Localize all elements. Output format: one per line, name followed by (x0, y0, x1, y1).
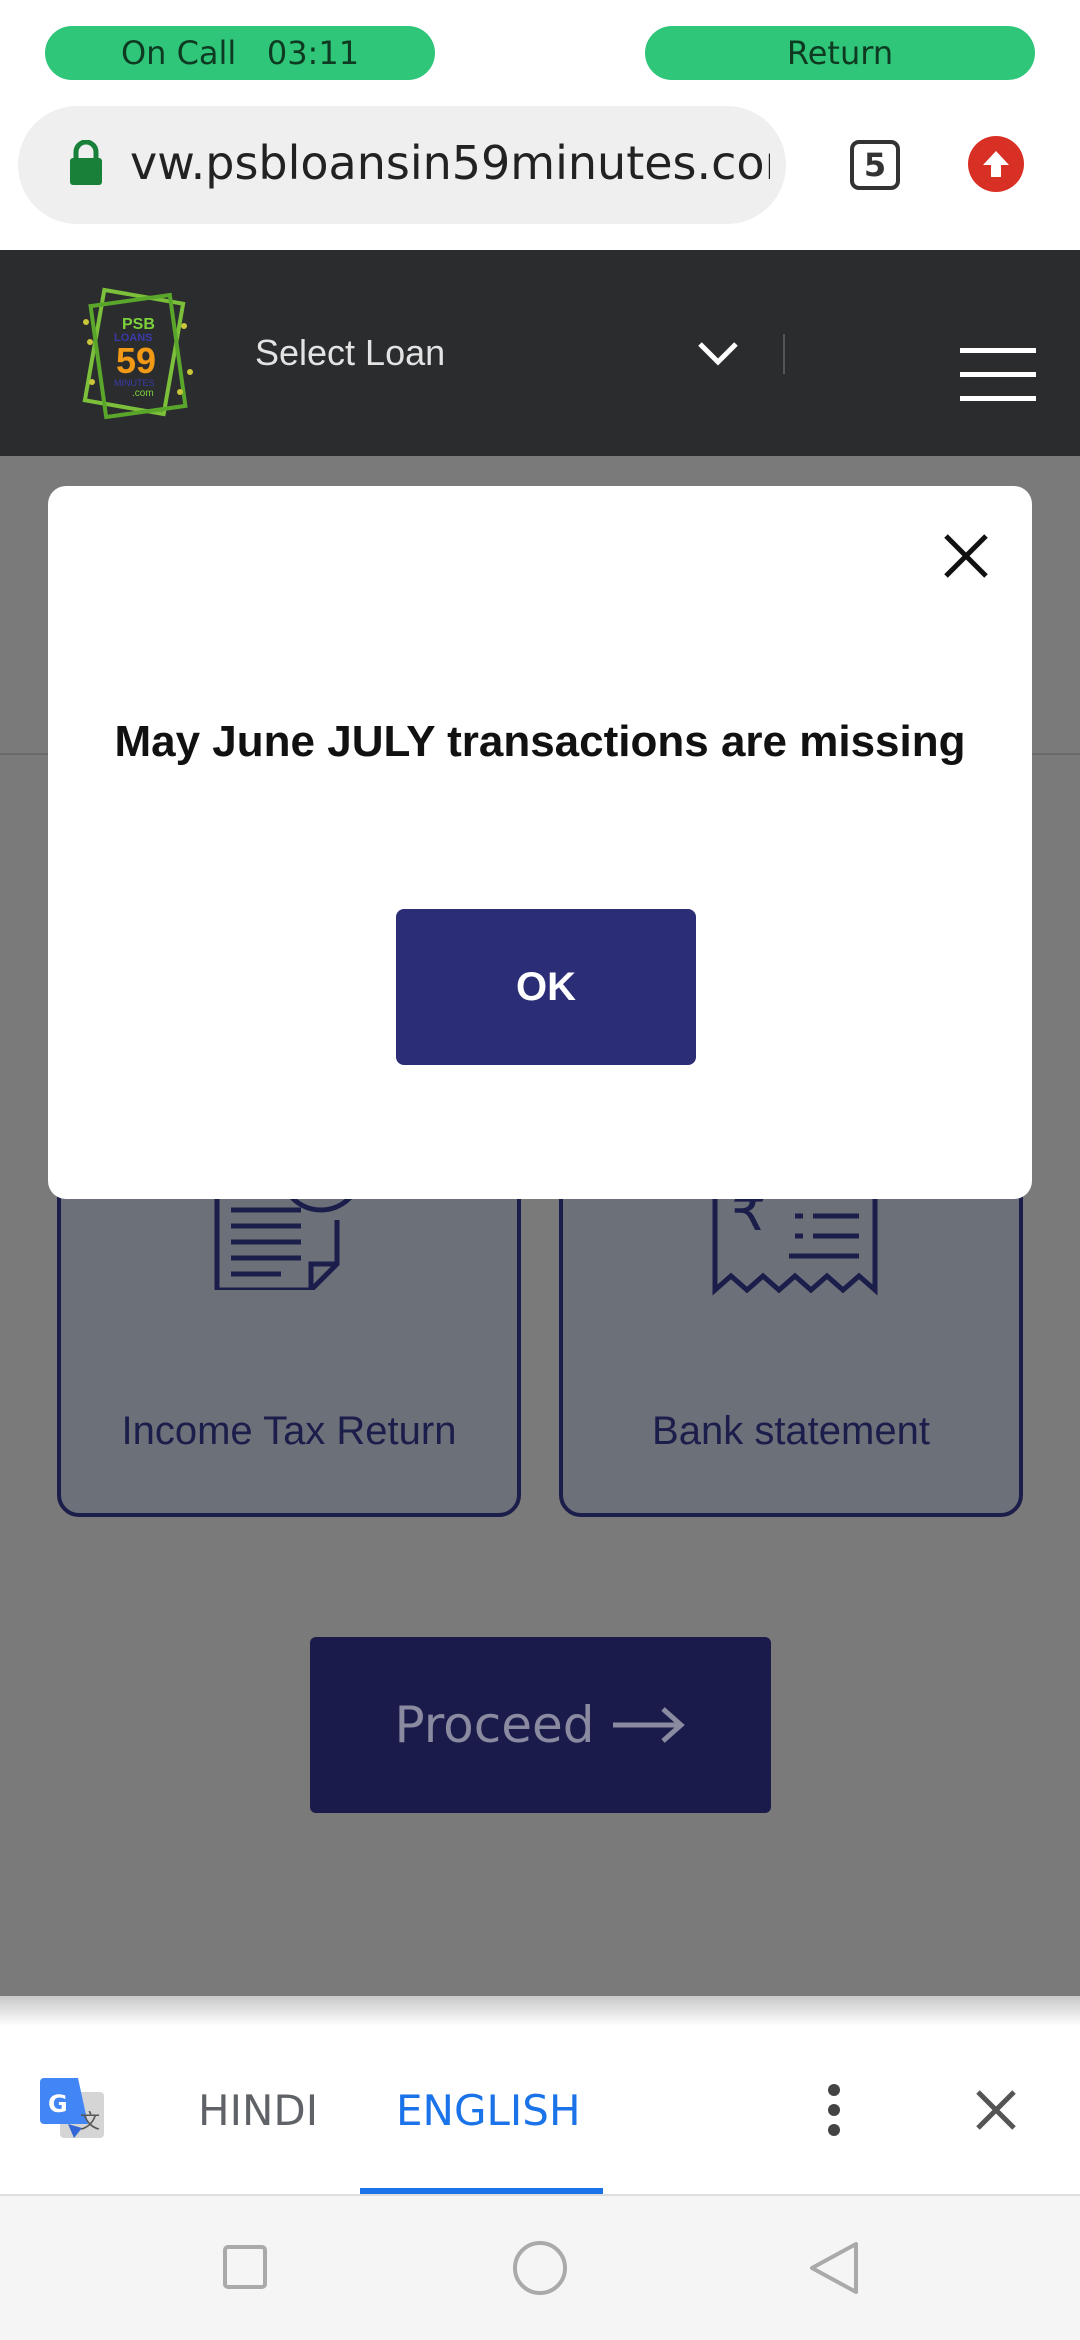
on-call-label: On Call 03:11 (120, 34, 360, 72)
svg-text:G: G (48, 2090, 68, 2118)
active-tab-underline (360, 2188, 603, 2194)
more-vertical-icon[interactable] (826, 2084, 842, 2136)
home-icon[interactable] (512, 2240, 568, 2296)
return-label: Return (786, 34, 894, 72)
bank-statement-label: Bank statement (652, 1409, 930, 1453)
income-tax-return-label: Income Tax Return (121, 1409, 457, 1453)
logo-minutes: MINUTES (114, 378, 155, 388)
translate-bar-shadow (0, 1996, 1080, 2026)
select-loan-dropdown[interactable]: Select Loan (255, 332, 445, 374)
back-icon[interactable] (808, 2240, 860, 2296)
alert-modal: May June JULY transactions are missing O… (48, 486, 1032, 1199)
logo-com: .com (132, 388, 154, 399)
lang-option-hindi[interactable]: HINDI (198, 2086, 318, 2135)
update-button[interactable] (968, 136, 1024, 192)
chevron-down-icon[interactable] (696, 340, 740, 368)
url-text: vw.psbloansin59minutes.com (130, 136, 770, 190)
psb-logo[interactable]: PSB LOANS 59 MINUTES .com (80, 282, 196, 422)
ok-label: OK (516, 964, 576, 1009)
arrow-right-icon (612, 1707, 685, 1743)
proceed-label: Proceed (394, 1696, 595, 1754)
tab-count: 5 (863, 146, 887, 184)
close-translate-icon[interactable] (974, 2088, 1018, 2132)
recents-icon[interactable] (222, 2244, 268, 2290)
lang-option-english[interactable]: ENGLISH (396, 2086, 581, 2135)
logo-59: 59 (116, 340, 157, 381)
url-bar[interactable]: vw.psbloansin59minutes.com (18, 106, 786, 224)
svg-text:文: 文 (80, 2109, 100, 2133)
ok-button[interactable]: OK (396, 909, 696, 1065)
bank-statement-card[interactable]: ₹ Bank statement (559, 1150, 1023, 1517)
menu-icon (960, 348, 1036, 353)
google-translate-icon[interactable]: G 文 (38, 2076, 106, 2144)
on-call-pill[interactable]: On Call 03:11 (45, 26, 435, 80)
modal-message: May June JULY transactions are missing (114, 717, 966, 766)
arrow-up-icon (983, 151, 1009, 177)
header-divider (783, 334, 785, 374)
tab-switcher-button[interactable]: 5 (850, 140, 900, 190)
lock-icon (70, 140, 102, 185)
close-icon[interactable] (942, 532, 990, 580)
proceed-button[interactable]: Proceed (310, 1637, 771, 1813)
return-pill[interactable]: Return (645, 26, 1035, 80)
income-tax-return-card[interactable]: ₹ Income Tax Return (57, 1140, 521, 1517)
